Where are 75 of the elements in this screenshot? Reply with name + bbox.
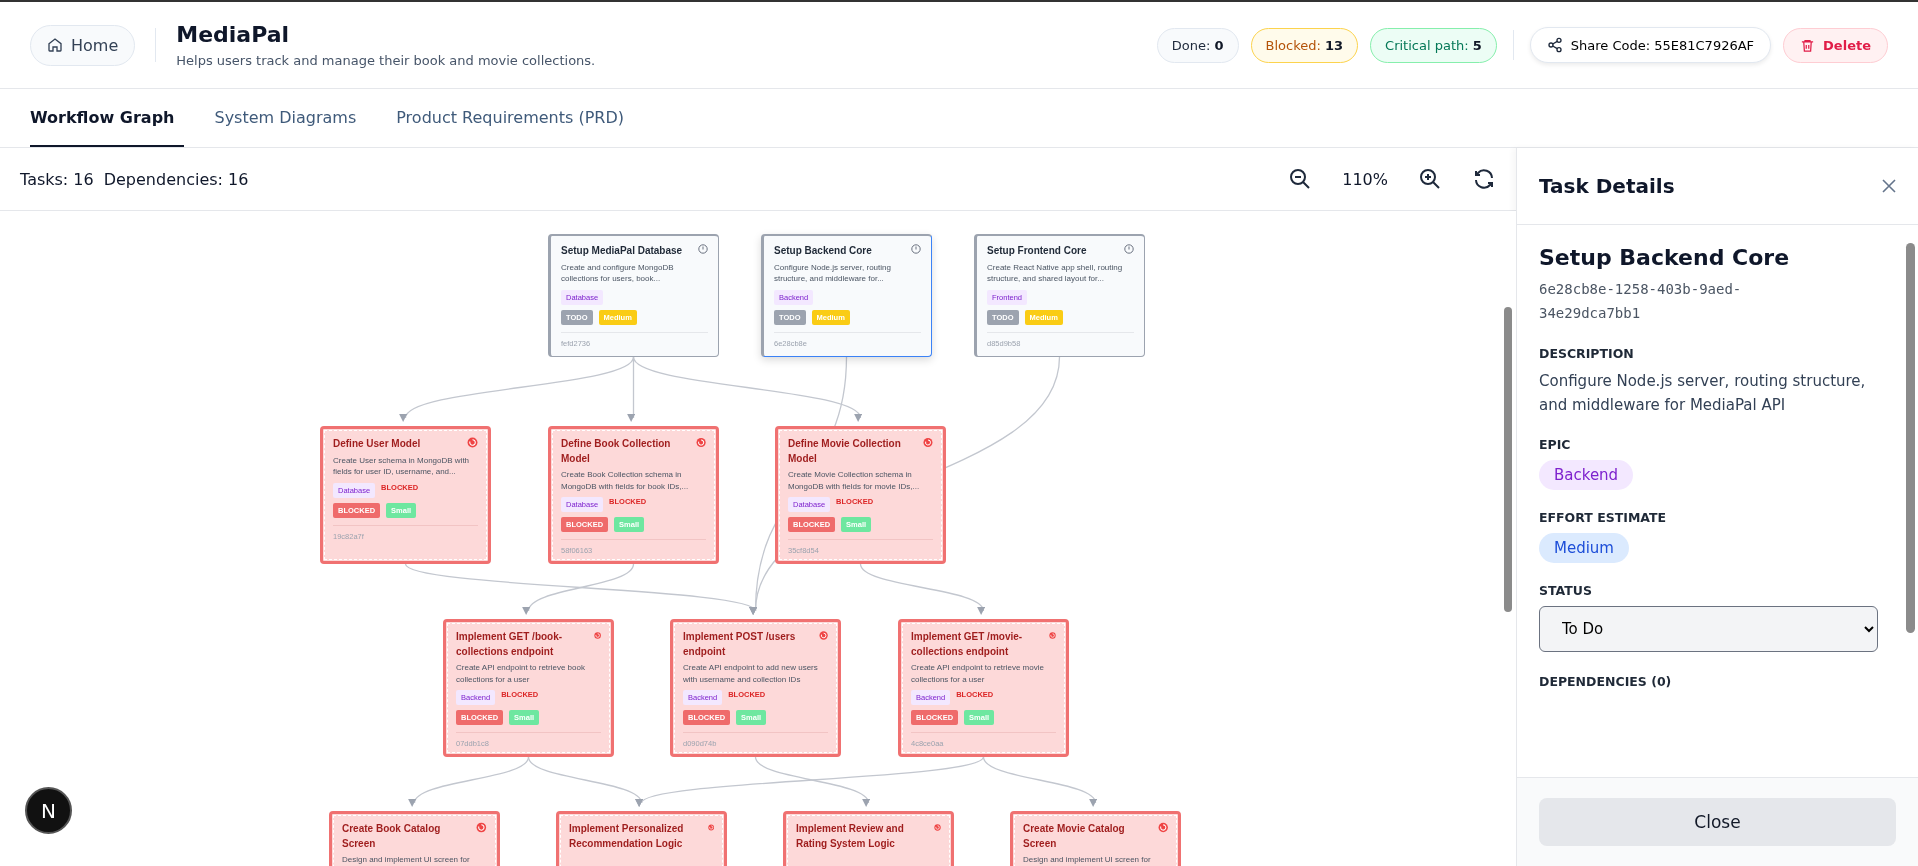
home-icon [47,37,63,53]
spiral-icon [818,630,828,641]
task-title: Setup Frontend Core [987,244,1087,258]
task-node[interactable]: Create Book Catalog Screen Design and implement UI screen for [329,811,500,866]
stat-pill: Done: 0 [1156,27,1239,63]
info-icon [911,244,921,254]
task-title: Setup Backend Core [1539,245,1791,270]
task-title: Implement POST /users endpoint [683,630,797,659]
zoom-in-icon[interactable] [1418,167,1442,191]
spiral-icon [695,437,706,448]
task-description: Create API endpoint to add new users with username and collection IDs [683,662,819,686]
effort-badge: Medium [1539,532,1629,563]
task-title: Implement GET /movie-collections endpoint [911,630,1024,659]
delete-button[interactable]: Delete [1783,27,1888,63]
epic-badge: Backend [1539,459,1634,490]
info-icon [698,244,708,254]
stat-pill: Critical path: 5 [1370,27,1497,63]
task-description: Create Movie Collection schema in MongoDB with fields for movie IDs,... [788,469,921,493]
task-description: Create API endpoint to retrieve book collections for a user [456,662,586,686]
task-description: Create Book Collection schema in MongoDB with fields for book IDs,... [561,469,690,493]
task-title: Setup MediaPal Database [561,244,683,258]
task-uuid: 6e28cb8e-1258-403b-9aed-34e29dca7bb1 [1539,280,1743,323]
panel-title: Task Details [1539,174,1675,198]
spiral-icon [707,822,714,833]
spiral-icon [1157,822,1168,833]
task-count: Tasks: 16 [20,169,94,189]
task-description: Create User schema in MongoDB with fields for user ID, username, and... [333,454,471,478]
task-description: Create React Native app shell, routing structure, and shared layout for... [987,261,1124,285]
info-icon [1124,244,1134,254]
dependency-count: Dependencies: 16 [103,169,249,189]
task-description: Design and implement UI screen for [342,854,471,866]
tab[interactable]: Product Requirements (PRD) [396,89,634,147]
status-select[interactable]: To Do [1539,605,1878,652]
share-code-button[interactable]: Share Code: 55E81C7926AF [1529,27,1772,63]
app-subtitle: Helps users track and manage their book and movie collections. [176,53,596,68]
spiral-icon [1048,630,1056,641]
task-description: Configure Node.js server, routing structure, and middleware for MediaPal API [1539,370,1867,416]
close-icon[interactable] [1880,177,1898,195]
reset-icon[interactable] [1472,167,1496,191]
section-label: DESCRIPTION [1539,345,1635,361]
trash-icon [1800,37,1816,53]
spiral-icon [593,630,601,641]
task-title: Create Book Catalog Screen [342,822,442,851]
task-title: Setup Backend Core [774,244,872,258]
stat-pill: Blocked: 13 [1250,27,1359,63]
spiral-icon [923,437,933,448]
task-title: Define User Model [333,437,421,451]
task-title: Implement Review and Rating System Logic [796,822,905,851]
home-button[interactable]: Home [30,24,136,66]
section-label: DEPENDENCIES (0) [1539,673,1673,689]
zoom-level: 110% [1342,169,1388,189]
spiral-icon [933,822,941,833]
section-label: EFFORT ESTIMATE [1539,509,1668,525]
task-description: Configure Node.js server, routing structure, and middleware for... [774,261,892,285]
spiral-icon [476,822,487,833]
dev-badge[interactable]: N [25,787,72,834]
task-node[interactable]: Implement Review and Rating System Logic [783,811,954,866]
task-title: Create Movie Catalog Screen [1023,822,1126,851]
task-node[interactable]: Create Movie Catalog Screen Design and implement UI screen for [1010,811,1181,866]
task-title: Implement GET /book-collections endpoint [456,630,564,659]
task-description: Create API endpoint to retrieve movie collections for a user [911,662,1045,686]
spiral-icon [467,437,478,448]
share-icon [1546,37,1563,53]
task-description: Create and configure MongoDB collections for users, book... [561,261,675,285]
close-button[interactable]: Close [1539,798,1896,846]
section-label: STATUS [1539,582,1593,598]
task-title: Implement Personalized Recommendation Logic [569,822,685,851]
tab[interactable]: System Diagrams [214,89,367,147]
section-label: EPIC [1539,436,1572,452]
task-title: Define Book Collection Model [561,437,672,466]
tab[interactable]: Workflow Graph [30,89,185,147]
task-node[interactable]: Implement Personalized Recommendation Logic [556,811,727,866]
task-title: Define Movie Collection Model [788,437,902,466]
app-title: MediaPal [176,22,291,47]
task-description: Design and implement UI screen for [1023,854,1152,866]
